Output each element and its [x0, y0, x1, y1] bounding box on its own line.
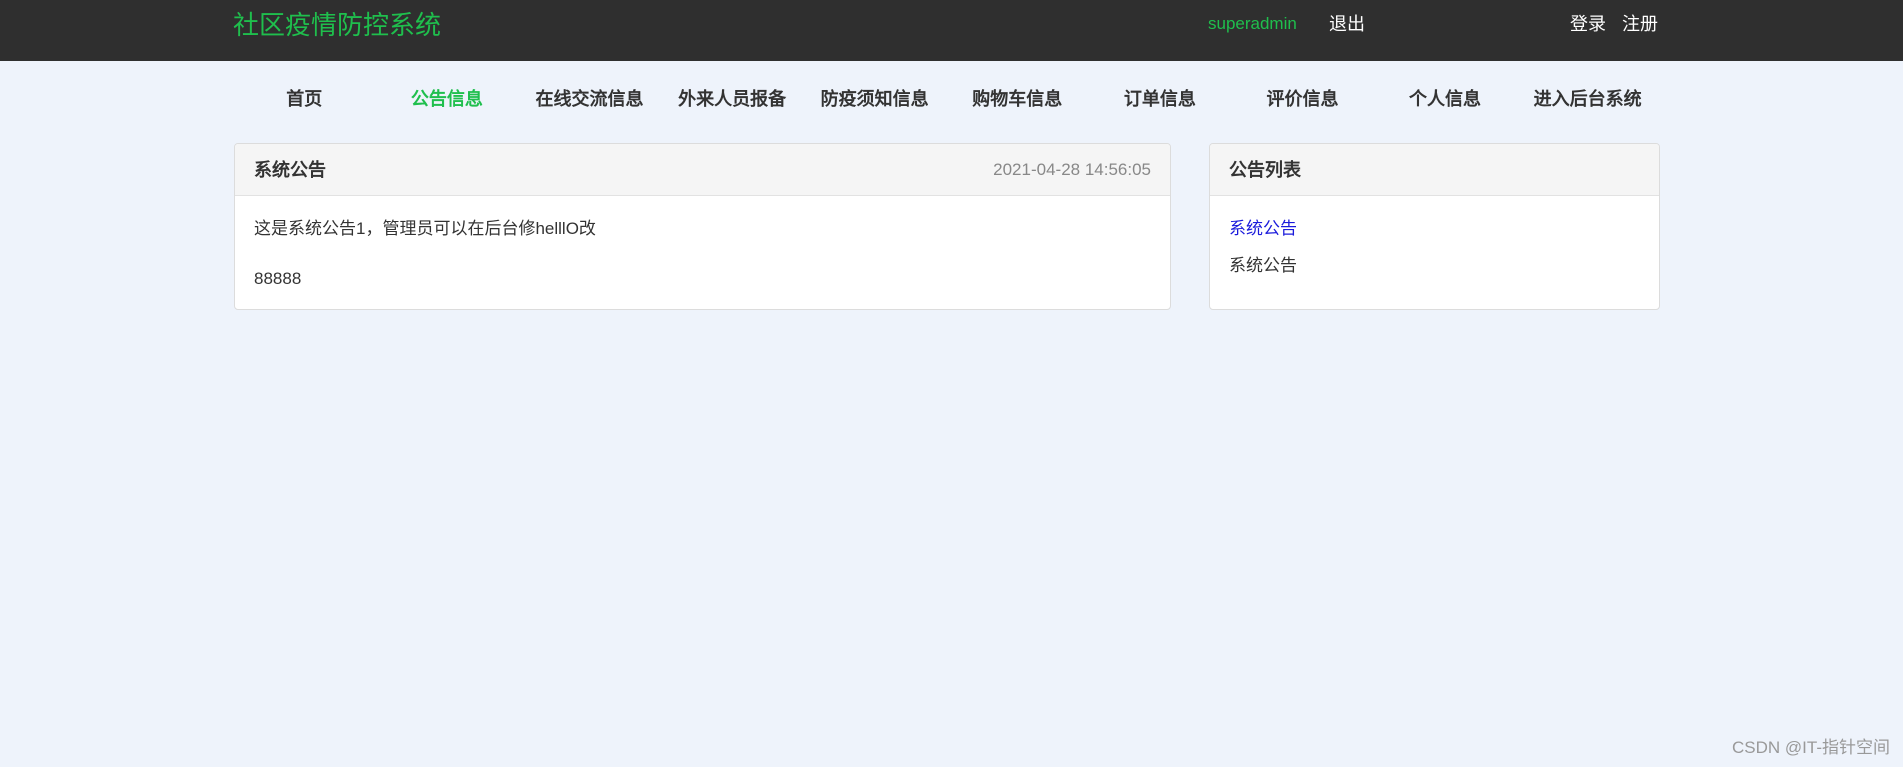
nav-item-online-chat[interactable]: 在线交流信息 — [518, 85, 661, 113]
nav-item-home[interactable]: 首页 — [233, 85, 376, 113]
nav-item-visitor-report[interactable]: 外来人员报备 — [661, 85, 804, 113]
nav-item-orders[interactable]: 订单信息 — [1089, 85, 1232, 113]
announcement-list-item[interactable]: 系统公告 — [1229, 218, 1297, 240]
login-link[interactable]: 登录 — [1570, 12, 1606, 36]
announcement-body-line: 88888 — [254, 269, 302, 288]
announcement-list-item[interactable]: 系统公告 — [1229, 255, 1297, 277]
announcement-list-title: 公告列表 — [1229, 160, 1301, 180]
nav-item-cart[interactable]: 购物车信息 — [946, 85, 1089, 113]
announcement-panel-header: 系统公告 2021-04-28 14:56:05 — [235, 144, 1170, 196]
top-bar: 社区疫情防控系统 superadmin 退出 登录 注册 — [0, 0, 1903, 61]
register-link[interactable]: 注册 — [1622, 12, 1658, 36]
nav-item-profile[interactable]: 个人信息 — [1374, 85, 1517, 113]
announcement-list-header: 公告列表 — [1210, 144, 1659, 196]
nav-item-admin-backend[interactable]: 进入后台系统 — [1516, 85, 1659, 113]
username-link[interactable]: superadmin — [1208, 13, 1297, 35]
nav-item-reviews[interactable]: 评价信息 — [1231, 85, 1374, 113]
announcement-timestamp: 2021-04-28 14:56:05 — [993, 160, 1151, 179]
main-nav: 首页 公告信息 在线交流信息 外来人员报备 防疫须知信息 购物车信息 订单信息 … — [233, 85, 1659, 113]
nav-item-announcements[interactable]: 公告信息 — [376, 85, 519, 113]
announcement-list-panel: 公告列表 系统公告 系统公告 — [1209, 143, 1660, 310]
announcement-title: 系统公告 — [254, 160, 326, 180]
watermark: CSDN @IT-指针空间 — [1732, 738, 1890, 757]
announcement-body-line: 这是系统公告1，管理员可以在后台修helllO改 — [254, 219, 596, 238]
nav-item-prevention-notice[interactable]: 防疫须知信息 — [803, 85, 946, 113]
site-title[interactable]: 社区疫情防控系统 — [233, 8, 441, 42]
logout-link[interactable]: 退出 — [1329, 12, 1365, 36]
announcement-panel: 系统公告 2021-04-28 14:56:05 这是系统公告1，管理员可以在后… — [234, 143, 1171, 310]
